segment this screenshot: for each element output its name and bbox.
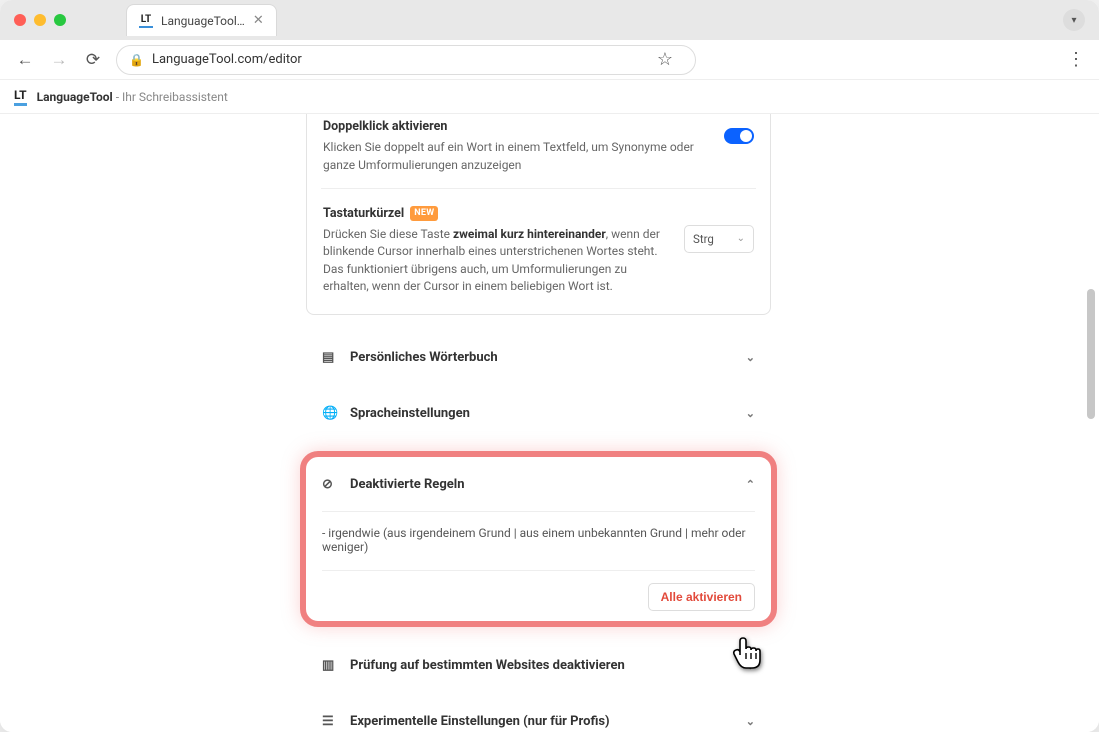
doubleclick-desc: Klicken Sie doppelt auf ein Wort in eine… xyxy=(323,139,710,174)
browser-menu-icon[interactable]: ⋮ xyxy=(1067,49,1085,70)
accordion-personal-dictionary[interactable]: ▤ Persönliches Wörterbuch ⌄ xyxy=(306,335,771,381)
lock-icon: 🔒 xyxy=(129,53,144,67)
app-name: LanguageTool xyxy=(37,90,113,104)
synonyms-card: Doppelklick aktivieren Klicken Sie doppe… xyxy=(306,114,771,315)
select-value: Strg xyxy=(693,232,714,246)
accordion-disable-sites[interactable]: ▥ Prüfung auf bestimmten Websites deakti… xyxy=(306,643,771,689)
highlight-callout: ⊘ Deaktivierte Regeln ⌃ - irgendwie (aus… xyxy=(300,451,777,627)
app-header: LT LanguageTool - Ihr Schreibassistent xyxy=(0,80,1099,114)
block-icon: ⊘ xyxy=(322,477,338,492)
sliders-icon: ☰ xyxy=(322,714,338,729)
accordion-label: Deaktivierte Regeln xyxy=(350,477,465,492)
minimize-window-button[interactable] xyxy=(34,14,46,26)
url-field[interactable]: 🔒 LanguageTool.com/editor ☆ xyxy=(116,45,696,75)
browser-window: LT LanguageTool… ✕ ▾ ← → ⟳ 🔒 LanguageToo… xyxy=(0,0,1099,732)
shortcut-desc: Drücken Sie diese Taste zweimal kurz hin… xyxy=(323,226,670,296)
accordion-label: Prüfung auf bestimmten Websites deaktivi… xyxy=(350,658,625,673)
close-window-button[interactable] xyxy=(14,14,26,26)
doubleclick-toggle[interactable] xyxy=(724,128,754,144)
doubleclick-title: Doppelklick aktivieren xyxy=(323,118,710,136)
forward-button: → xyxy=(48,50,70,70)
scrollbar-thumb[interactable] xyxy=(1087,289,1095,419)
tab-close-icon[interactable]: ✕ xyxy=(253,13,264,28)
browser-tab[interactable]: LT LanguageTool… ✕ xyxy=(126,4,277,36)
deactivated-rule-item: - irgendwie (aus irgendeinem Grund | aus… xyxy=(322,522,755,571)
chevron-down-icon: ⌄ xyxy=(737,233,745,244)
app-tagline: - Ihr Schreibassistent xyxy=(113,90,228,104)
activate-all-button[interactable]: Alle aktivieren xyxy=(648,583,755,611)
tab-title: LanguageTool… xyxy=(161,14,245,28)
divider xyxy=(321,188,756,189)
url-text: LanguageTool.com/editor xyxy=(152,52,302,67)
new-badge: NEW xyxy=(410,206,438,221)
address-bar: ← → ⟳ 🔒 LanguageTool.com/editor ☆ ⋮ xyxy=(0,40,1099,80)
chevron-down-icon: ⌄ xyxy=(746,351,755,364)
accordion-deactivated-rules[interactable]: ⊘ Deaktivierte Regeln ⌃ xyxy=(306,465,771,505)
back-button[interactable]: ← xyxy=(14,50,36,70)
chevron-down-icon: ⌄ xyxy=(746,659,755,672)
deactivated-rules-body: - irgendwie (aus irgendeinem Grund | aus… xyxy=(322,511,755,611)
book-icon: ▤ xyxy=(322,350,338,365)
profile-menu-icon[interactable]: ▾ xyxy=(1063,9,1085,31)
chevron-down-icon: ⌄ xyxy=(746,715,755,728)
page-content: Doppelklick aktivieren Klicken Sie doppe… xyxy=(0,114,1099,732)
window-controls xyxy=(14,14,66,26)
favicon-icon: LT xyxy=(139,14,153,28)
app-logo-icon: LT xyxy=(14,88,27,106)
maximize-window-button[interactable] xyxy=(54,14,66,26)
accordion-experimental[interactable]: ☰ Experimentelle Einstellungen (nur für … xyxy=(306,699,771,732)
chevron-up-icon: ⌃ xyxy=(746,478,755,491)
bookmark-star-icon[interactable]: ☆ xyxy=(657,49,673,70)
window-block-icon: ▥ xyxy=(322,658,338,673)
accordion-label: Experimentelle Einstellungen (nur für Pr… xyxy=(350,714,610,729)
accordion-label: Persönliches Wörterbuch xyxy=(350,350,498,365)
globe-icon: 🌐 xyxy=(322,406,338,421)
reload-button[interactable]: ⟳ xyxy=(82,50,104,70)
titlebar: LT LanguageTool… ✕ ▾ xyxy=(0,0,1099,40)
shortcut-key-select[interactable]: Strg ⌄ xyxy=(684,225,754,253)
accordion-label: Spracheinstellungen xyxy=(350,406,470,421)
accordion-language-settings[interactable]: 🌐 Spracheinstellungen ⌄ xyxy=(306,391,771,437)
chevron-down-icon: ⌄ xyxy=(746,407,755,420)
shortcut-title: Tastaturkürzel xyxy=(323,205,404,223)
